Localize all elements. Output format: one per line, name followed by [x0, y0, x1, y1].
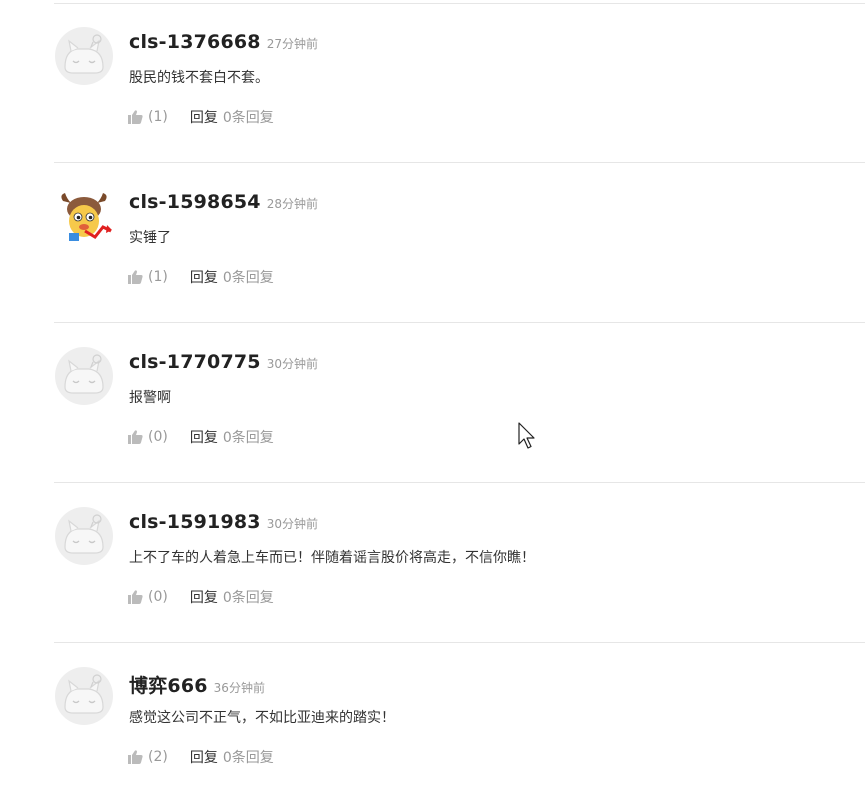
comment-item: cls-1598654 28分钟前 实锤了 (1) 回复 0条回复 — [54, 163, 865, 323]
comment-actions: (1) 回复 0条回复 — [128, 267, 274, 287]
reply-count-link[interactable]: 0条回复 — [223, 427, 274, 447]
comment-time: 28分钟前 — [266, 197, 318, 211]
reply-count-link[interactable]: 0条回复 — [223, 267, 274, 287]
comment-header: cls-1376668 27分钟前 — [129, 31, 318, 53]
comment-header: cls-1770775 30分钟前 — [129, 351, 318, 373]
reply-button[interactable]: 回复 — [190, 267, 218, 287]
comment-time: 30分钟前 — [266, 517, 318, 531]
thumbs-up-icon — [128, 590, 143, 604]
comment-item: cls-1591983 30分钟前 上不了车的人着急上车而已！伴随着谣言股价将高走… — [54, 483, 865, 643]
comment-time: 30分钟前 — [266, 357, 318, 371]
username[interactable]: cls-1770775 — [129, 351, 261, 373]
comment-text: 感觉这公司不正气，不如比亚迪来的踏实！ — [129, 710, 395, 726]
avatar[interactable] — [55, 667, 113, 725]
like-button[interactable]: (1) — [128, 269, 168, 285]
thumbs-up-icon — [128, 430, 143, 444]
like-count: (0) — [148, 589, 168, 605]
like-count: (0) — [148, 429, 168, 445]
mouse-cursor-icon — [518, 422, 536, 454]
reply-button[interactable]: 回复 — [190, 747, 218, 767]
username[interactable]: 博弈666 — [129, 675, 208, 697]
comment-actions: (0) 回复 0条回复 — [128, 427, 274, 447]
avatar[interactable] — [55, 27, 113, 85]
comment-item: cls-1376668 27分钟前 股民的钱不套白不套。 (1) 回复 0条回复 — [54, 3, 865, 163]
comment-actions: (1) 回复 0条回复 — [128, 107, 274, 127]
default-cat-avatar-icon — [55, 27, 113, 85]
default-cat-avatar-icon — [55, 347, 113, 405]
default-cat-avatar-icon — [55, 667, 113, 725]
avatar[interactable] — [55, 187, 113, 245]
username[interactable]: cls-1598654 — [129, 191, 261, 213]
reply-count-link[interactable]: 0条回复 — [223, 747, 274, 767]
comment-text: 实锤了 — [129, 230, 171, 246]
thumbs-up-icon — [128, 270, 143, 284]
username[interactable]: cls-1376668 — [129, 31, 261, 53]
comment-header: 博弈666 36分钟前 — [129, 671, 265, 698]
like-count: (1) — [148, 109, 168, 125]
comment-item: 博弈666 36分钟前 感觉这公司不正气，不如比亚迪来的踏实！ (2) 回复 0条… — [54, 643, 865, 803]
comment-actions: (2) 回复 0条回复 — [128, 747, 274, 767]
avatar[interactable] — [55, 347, 113, 405]
reply-button[interactable]: 回复 — [190, 587, 218, 607]
cartoon-bull-avatar-icon — [61, 193, 112, 241]
like-button[interactable]: (1) — [128, 109, 168, 125]
avatar[interactable] — [55, 507, 113, 565]
like-count: (2) — [148, 749, 168, 765]
username[interactable]: cls-1591983 — [129, 511, 261, 533]
comment-time: 36分钟前 — [213, 681, 265, 695]
comment-text: 上不了车的人着急上车而已！伴随着谣言股价将高走，不信你瞧！ — [129, 550, 535, 566]
comment-item: cls-1770775 30分钟前 报警啊 (0) 回复 0条回复 — [54, 323, 865, 483]
comment-text: 报警啊 — [129, 390, 171, 406]
thumbs-up-icon — [128, 110, 143, 124]
comment-header: cls-1591983 30分钟前 — [129, 511, 318, 533]
comment-header: cls-1598654 28分钟前 — [129, 191, 318, 213]
default-cat-avatar-icon — [55, 507, 113, 565]
reply-button[interactable]: 回复 — [190, 427, 218, 447]
like-count: (1) — [148, 269, 168, 285]
like-button[interactable]: (2) — [128, 749, 168, 765]
like-button[interactable]: (0) — [128, 589, 168, 605]
reply-count-link[interactable]: 0条回复 — [223, 107, 274, 127]
comment-actions: (0) 回复 0条回复 — [128, 587, 274, 607]
comment-text: 股民的钱不套白不套。 — [129, 70, 269, 86]
reply-count-link[interactable]: 0条回复 — [223, 587, 274, 607]
comment-time: 27分钟前 — [266, 37, 318, 51]
like-button[interactable]: (0) — [128, 429, 168, 445]
thumbs-up-icon — [128, 750, 143, 764]
reply-button[interactable]: 回复 — [190, 107, 218, 127]
